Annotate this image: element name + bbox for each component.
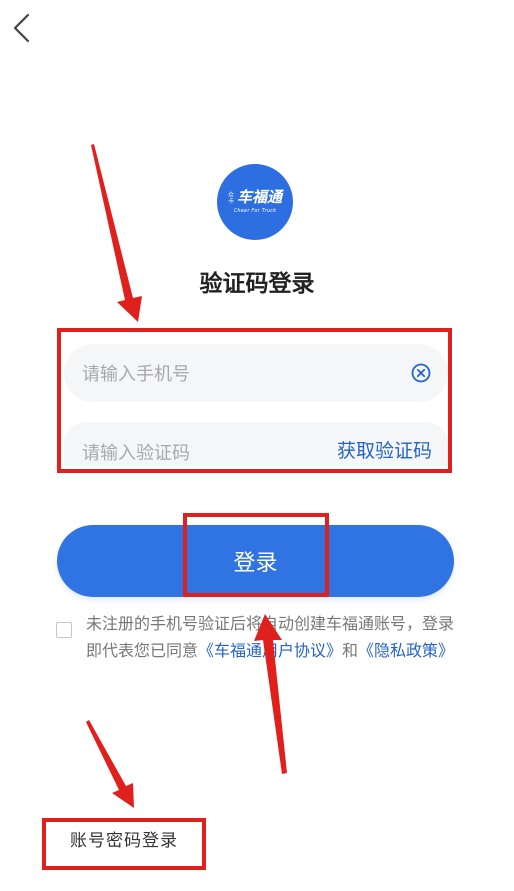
annotation-arrow-password [86, 720, 134, 808]
annotation-box-login [183, 513, 329, 597]
page-title: 验证码登录 [199, 271, 315, 297]
agreement-and: 和 [342, 641, 359, 660]
logo-brand-small: 众卡 [227, 192, 234, 205]
agreement-checkbox[interactable] [56, 622, 72, 638]
annotation-box-password-login [42, 818, 206, 870]
logo-brand: 车福通 [236, 188, 282, 206]
user-agreement-link[interactable]: 《车福通用户协议》 [198, 641, 342, 660]
privacy-policy-link[interactable]: 《隐私政策》 [358, 641, 454, 660]
logo-slogan: Cheer For Truck [233, 208, 277, 214]
app-logo: 众卡 车福通 Cheer For Truck [217, 164, 293, 240]
agreement-text: 未注册的手机号验证后将自动创建车福通账号，登录即代表您已同意《车福通用户协议》和… [86, 610, 466, 664]
back-chevron-icon[interactable] [10, 12, 34, 44]
annotation-box-form [57, 328, 452, 473]
